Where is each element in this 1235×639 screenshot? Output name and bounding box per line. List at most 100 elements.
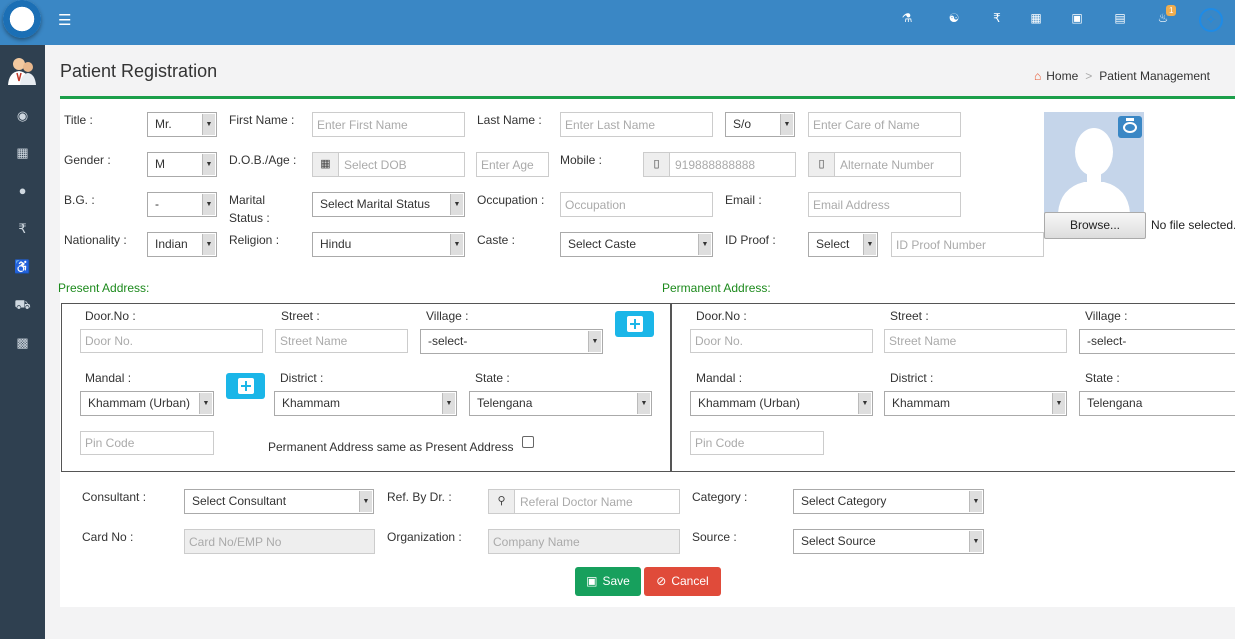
alternate-number-input[interactable]	[836, 153, 959, 176]
consultant-select[interactable]: Select Consultant ▼	[184, 489, 374, 514]
sidebar: ◉ ▦ ● ₹ ♿ ⛟ ▩	[0, 45, 45, 639]
browse-button[interactable]: Browse...	[1044, 212, 1146, 239]
marital-label-line1: Marital	[229, 193, 266, 207]
sidebar-view-icon[interactable]: ◉	[0, 104, 45, 128]
organization-input	[488, 529, 680, 554]
source-select[interactable]: Select Source ▼	[793, 529, 984, 554]
gender-label: Gender :	[64, 153, 111, 167]
mobile-input[interactable]	[671, 153, 794, 176]
present-door-input[interactable]	[80, 329, 263, 353]
category-select[interactable]: Select Category ▼	[793, 489, 984, 514]
organization-label: Organization :	[387, 530, 462, 544]
ban-icon: ⊘	[656, 574, 667, 588]
app-logo[interactable]	[0, 0, 45, 45]
sidebar-user-icon[interactable]: ●	[0, 179, 45, 203]
plus-icon	[238, 378, 254, 394]
mobile-field[interactable]: ▯	[643, 152, 796, 177]
add-village-button[interactable]	[615, 311, 654, 337]
religion-label: Religion :	[229, 233, 280, 247]
present-state-select[interactable]: Telengana ▼	[469, 391, 652, 416]
caste-select[interactable]: Select Caste ▼	[560, 232, 713, 257]
referral-label: Ref. By Dr. :	[387, 490, 452, 504]
breadcrumb-home[interactable]: Home	[1046, 69, 1078, 83]
search-icon[interactable]: ⚲	[489, 490, 515, 513]
marital-label-line2: Status :	[229, 211, 270, 225]
email-label: Email :	[725, 193, 762, 207]
last-name-input[interactable]	[560, 112, 713, 137]
notification-badge: 1	[1166, 5, 1177, 16]
nationality-select[interactable]: Indian ▼	[147, 232, 217, 257]
permanent-village-select[interactable]: -select-	[1079, 329, 1235, 354]
religion-select[interactable]: Hindu ▼	[312, 232, 465, 257]
home-icon: ⌂	[1034, 69, 1042, 83]
referral-field[interactable]: ⚲	[488, 489, 680, 514]
first-name-input[interactable]	[312, 112, 465, 137]
occupation-input[interactable]	[560, 192, 713, 217]
mobile-phone-icon: ▯	[809, 153, 835, 176]
registration-panel: Title : Mr.▼ First Name : Last Name : S/…	[58, 96, 1235, 607]
alternate-number-field[interactable]: ▯	[808, 152, 961, 177]
referral-doctor-input[interactable]	[516, 490, 678, 513]
present-district-select[interactable]: Khammam ▼	[274, 391, 457, 416]
title-select[interactable]: Mr. ▼	[147, 112, 217, 137]
calendar-icon[interactable]: ▦	[1026, 9, 1046, 27]
id-proof-select[interactable]: Select ▼	[808, 232, 878, 257]
email-input[interactable]	[808, 192, 961, 217]
save-floppy-icon: ▣	[586, 574, 598, 588]
sidebar-wheelchair-icon[interactable]: ♿	[0, 255, 45, 279]
present-pin-input[interactable]	[80, 431, 214, 455]
patient-photo-placeholder	[1044, 112, 1144, 213]
card-no-input	[184, 529, 375, 554]
sidebar-truck-icon[interactable]: ⛟	[0, 293, 45, 317]
permanent-mandal-select[interactable]: Khammam (Urban) ▼	[690, 391, 873, 416]
permanent-pin-input[interactable]	[690, 431, 824, 455]
permanent-street-label: Street :	[890, 309, 929, 323]
dob-input[interactable]	[340, 153, 463, 176]
caste-label: Caste :	[477, 233, 516, 247]
blood-group-select[interactable]: - ▼	[147, 192, 217, 217]
money-icon[interactable]: ▤	[1110, 9, 1130, 27]
cancel-button[interactable]: ⊘ Cancel	[644, 567, 721, 596]
card-no-label: Card No :	[82, 530, 134, 544]
present-address-box: Door.No : Street : Village : -select-▼ M…	[61, 303, 671, 472]
dob-label: D.O.B./Age :	[229, 153, 297, 167]
id-proof-number-input[interactable]	[891, 232, 1044, 257]
calendar-icon[interactable]: ▦	[313, 153, 339, 176]
handshake-icon[interactable]: ☯	[944, 9, 964, 27]
marital-status-select[interactable]: Select Marital Status ▼	[312, 192, 465, 217]
mobile-label: Mobile :	[560, 153, 603, 167]
plus-icon	[627, 316, 643, 332]
sidebar-briefcase-icon[interactable]: ▩	[0, 331, 45, 355]
present-state-label: State :	[475, 371, 510, 385]
doctor-avatar-icon[interactable]	[8, 55, 36, 85]
medicine-icon[interactable]: ⚗	[897, 9, 917, 27]
present-village-select[interactable]: -select- ▼	[420, 329, 603, 354]
present-door-label: Door.No :	[85, 309, 136, 323]
present-street-input[interactable]	[275, 329, 408, 353]
permanent-state-select[interactable]: Telengana	[1079, 391, 1235, 416]
gender-select[interactable]: M ▼	[147, 152, 217, 177]
settings-gear-icon[interactable]: ✧	[1199, 8, 1223, 32]
permanent-address-box: Door.No : Street : Village : -select- Ma…	[671, 303, 1235, 472]
hospital-icon[interactable]: ▣	[1067, 9, 1087, 27]
present-address-title: Present Address:	[58, 281, 150, 295]
sidebar-calendar-icon[interactable]: ▦	[0, 141, 45, 165]
menu-toggle-icon[interactable]: ☰	[58, 12, 74, 30]
dob-field[interactable]: ▦	[312, 152, 465, 177]
permanent-street-input[interactable]	[884, 329, 1067, 353]
present-street-label: Street :	[281, 309, 320, 323]
same-address-checkbox[interactable]	[522, 436, 534, 448]
mobile-phone-icon: ▯	[644, 153, 670, 176]
permanent-district-select[interactable]: Khammam ▼	[884, 391, 1067, 416]
rupee-icon[interactable]: ₹	[987, 9, 1007, 27]
care-of-input[interactable]	[808, 112, 961, 137]
add-mandal-button[interactable]	[226, 373, 265, 399]
age-input[interactable]	[476, 152, 549, 177]
present-village-label: Village :	[426, 309, 469, 323]
relation-select[interactable]: S/o ▼	[725, 112, 795, 137]
save-button[interactable]: ▣ Save	[575, 567, 641, 596]
sidebar-rupee-icon[interactable]: ₹	[0, 217, 45, 241]
camera-icon[interactable]	[1118, 116, 1142, 138]
permanent-door-input[interactable]	[690, 329, 873, 353]
present-mandal-select[interactable]: Khammam (Urban) ▼	[80, 391, 214, 416]
